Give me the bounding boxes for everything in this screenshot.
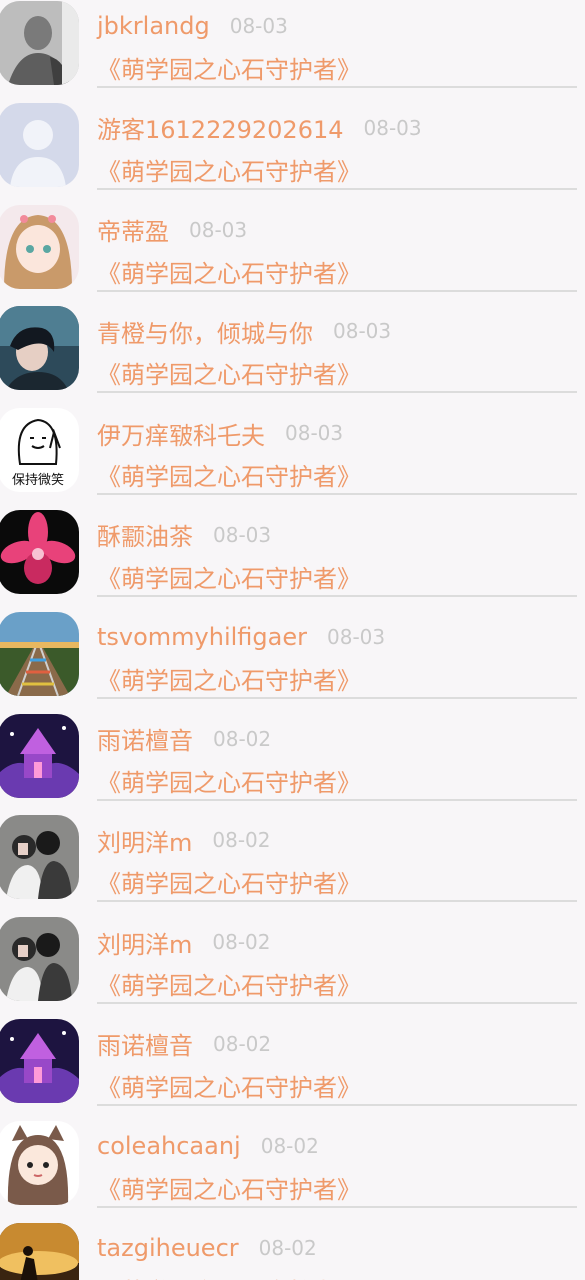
- work-title[interactable]: 《萌学园之心石守护者》: [97, 50, 361, 85]
- user-name[interactable]: 游客1612229202614: [97, 110, 344, 145]
- item-meta: 刘明洋m 08-02: [97, 925, 271, 960]
- list-item[interactable]: jbkrlandg 08-03 《萌学园之心石守护者》: [0, 0, 585, 102]
- item-meta: 青橙与你，倾城与你 08-03: [97, 314, 392, 349]
- dark-portrait-avatar[interactable]: [0, 306, 79, 391]
- work-title[interactable]: 《萌学园之心石守护者》: [97, 1068, 361, 1103]
- divider: [97, 1205, 577, 1208]
- user-name[interactable]: 伊万痒皲科乇夫: [97, 416, 265, 451]
- item-meta: 酥颥油茶 08-03: [97, 517, 272, 552]
- item-meta: 刘明洋m 08-02: [97, 823, 271, 858]
- item-date: 08-02: [212, 930, 271, 955]
- item-date: 08-02: [213, 1031, 272, 1056]
- divider: [97, 86, 577, 88]
- avatar-caption: 保持微笑: [12, 472, 64, 488]
- work-title[interactable]: 《萌学园之心石守护者》: [97, 254, 361, 289]
- list-item[interactable]: 保持微笑 伊万痒皲科乇夫 08-03 《萌学园之心石守护者》: [0, 407, 585, 509]
- item-date: 08-03: [327, 624, 386, 649]
- list-item[interactable]: 帝蒂盈 08-03 《萌学园之心石守护者》: [0, 204, 585, 306]
- item-meta: 游客1612229202614 08-03: [97, 110, 422, 145]
- divider: [97, 391, 577, 394]
- user-name[interactable]: 刘明洋m: [97, 925, 192, 960]
- divider: [97, 493, 577, 496]
- item-meta: 帝蒂盈 08-03: [97, 212, 248, 247]
- purple-castle-avatar[interactable]: [0, 1018, 79, 1103]
- work-title[interactable]: 《萌学园之心石守护者》: [97, 559, 361, 594]
- reader-list: jbkrlandg 08-03 《萌学园之心石守护者》 游客1612229202…: [0, 0, 585, 1280]
- user-name[interactable]: coleahcaanj: [97, 1132, 241, 1160]
- sunset-silhouette-avatar[interactable]: [0, 1222, 79, 1280]
- list-item[interactable]: tazgiheuecr 08-02 《萌学园之心石守护者》: [0, 1222, 585, 1280]
- work-title[interactable]: 《萌学园之心石守护者》: [97, 966, 361, 1001]
- list-item[interactable]: 雨诺檀音 08-02 《萌学园之心石守护者》: [0, 713, 585, 815]
- work-title[interactable]: 《萌学园之心石守护者》: [97, 1170, 361, 1205]
- smile-sketch-avatar[interactable]: 保持微笑: [0, 408, 79, 493]
- divider: [97, 594, 577, 597]
- divider: [97, 900, 577, 903]
- user-name[interactable]: 酥颥油茶: [97, 517, 193, 552]
- railway-track-avatar[interactable]: [0, 611, 79, 696]
- item-date: 08-02: [212, 828, 271, 853]
- list-item[interactable]: 刘明洋m 08-02 《萌学园之心石守护者》: [0, 814, 585, 916]
- pink-orchid-avatar[interactable]: [0, 509, 79, 594]
- list-item[interactable]: 青橙与你，倾城与你 08-03 《萌学园之心石守护者》: [0, 305, 585, 407]
- tattooed-man-photo-avatar[interactable]: [0, 1, 79, 85]
- user-name[interactable]: jbkrlandg: [97, 12, 210, 40]
- user-name[interactable]: tsvommyhilfigaer: [97, 623, 307, 651]
- couple-photo-avatar[interactable]: [0, 917, 79, 1002]
- purple-castle-avatar[interactable]: [0, 713, 79, 798]
- default-user-avatar[interactable]: [0, 102, 79, 187]
- user-name[interactable]: 青橙与你，倾城与你: [97, 314, 313, 349]
- item-meta: 雨诺檀音 08-02: [97, 721, 272, 756]
- item-date: 08-02: [258, 1235, 317, 1260]
- item-date: 08-03: [333, 319, 392, 344]
- item-meta: tazgiheuecr 08-02: [97, 1232, 317, 1264]
- item-date: 08-03: [363, 115, 422, 140]
- work-title[interactable]: 《萌学园之心石守护者》: [97, 864, 361, 899]
- user-name[interactable]: 帝蒂盈: [97, 212, 169, 247]
- user-name[interactable]: tazgiheuecr: [97, 1234, 239, 1262]
- list-item[interactable]: 游客1612229202614 08-03 《萌学园之心石守护者》: [0, 102, 585, 204]
- work-title[interactable]: 《萌学园之心石守护者》: [97, 763, 361, 798]
- item-meta: 雨诺檀音 08-02: [97, 1026, 272, 1061]
- work-title[interactable]: 《萌学园之心石守护者》: [97, 661, 361, 696]
- list-item[interactable]: coleahcaanj 08-02 《萌学园之心石守护者》: [0, 1120, 585, 1222]
- divider: [97, 187, 577, 190]
- item-date: 08-03: [189, 217, 248, 242]
- work-title[interactable]: 《萌学园之心石守护者》: [97, 355, 361, 390]
- user-name[interactable]: 雨诺檀音: [97, 1026, 193, 1061]
- divider: [97, 798, 577, 801]
- item-date: 08-03: [229, 14, 288, 38]
- item-meta: 伊万痒皲科乇夫 08-03: [97, 416, 344, 451]
- list-item[interactable]: 雨诺檀音 08-02 《萌学园之心石守护者》: [0, 1018, 585, 1120]
- divider: [97, 1002, 577, 1005]
- item-meta: coleahcaanj 08-02: [97, 1130, 319, 1162]
- work-title[interactable]: 《萌学园之心石守护者》: [97, 1272, 361, 1280]
- item-date: 08-03: [213, 522, 272, 547]
- list-item[interactable]: 酥颥油茶 08-03 《萌学园之心石守护者》: [0, 509, 585, 611]
- item-meta: tsvommyhilfigaer 08-03: [97, 621, 385, 653]
- couple-photo-avatar[interactable]: [0, 815, 79, 900]
- divider: [97, 696, 577, 699]
- item-date: 08-03: [285, 421, 344, 446]
- cat-hood-girl-avatar[interactable]: [0, 1120, 79, 1205]
- user-name[interactable]: 雨诺檀音: [97, 721, 193, 756]
- divider: [97, 289, 577, 292]
- list-item[interactable]: tsvommyhilfigaer 08-03 《萌学园之心石守护者》: [0, 611, 585, 713]
- anime-girl-avatar[interactable]: [0, 204, 79, 289]
- work-title[interactable]: 《萌学园之心石守护者》: [97, 457, 361, 492]
- user-name[interactable]: 刘明洋m: [97, 823, 192, 858]
- item-date: 08-02: [260, 1133, 319, 1158]
- list-item[interactable]: 刘明洋m 08-02 《萌学园之心石守护者》: [0, 916, 585, 1018]
- divider: [97, 1103, 577, 1106]
- item-date: 08-02: [213, 726, 272, 751]
- item-meta: jbkrlandg 08-03: [97, 10, 288, 42]
- work-title[interactable]: 《萌学园之心石守护者》: [97, 152, 361, 187]
